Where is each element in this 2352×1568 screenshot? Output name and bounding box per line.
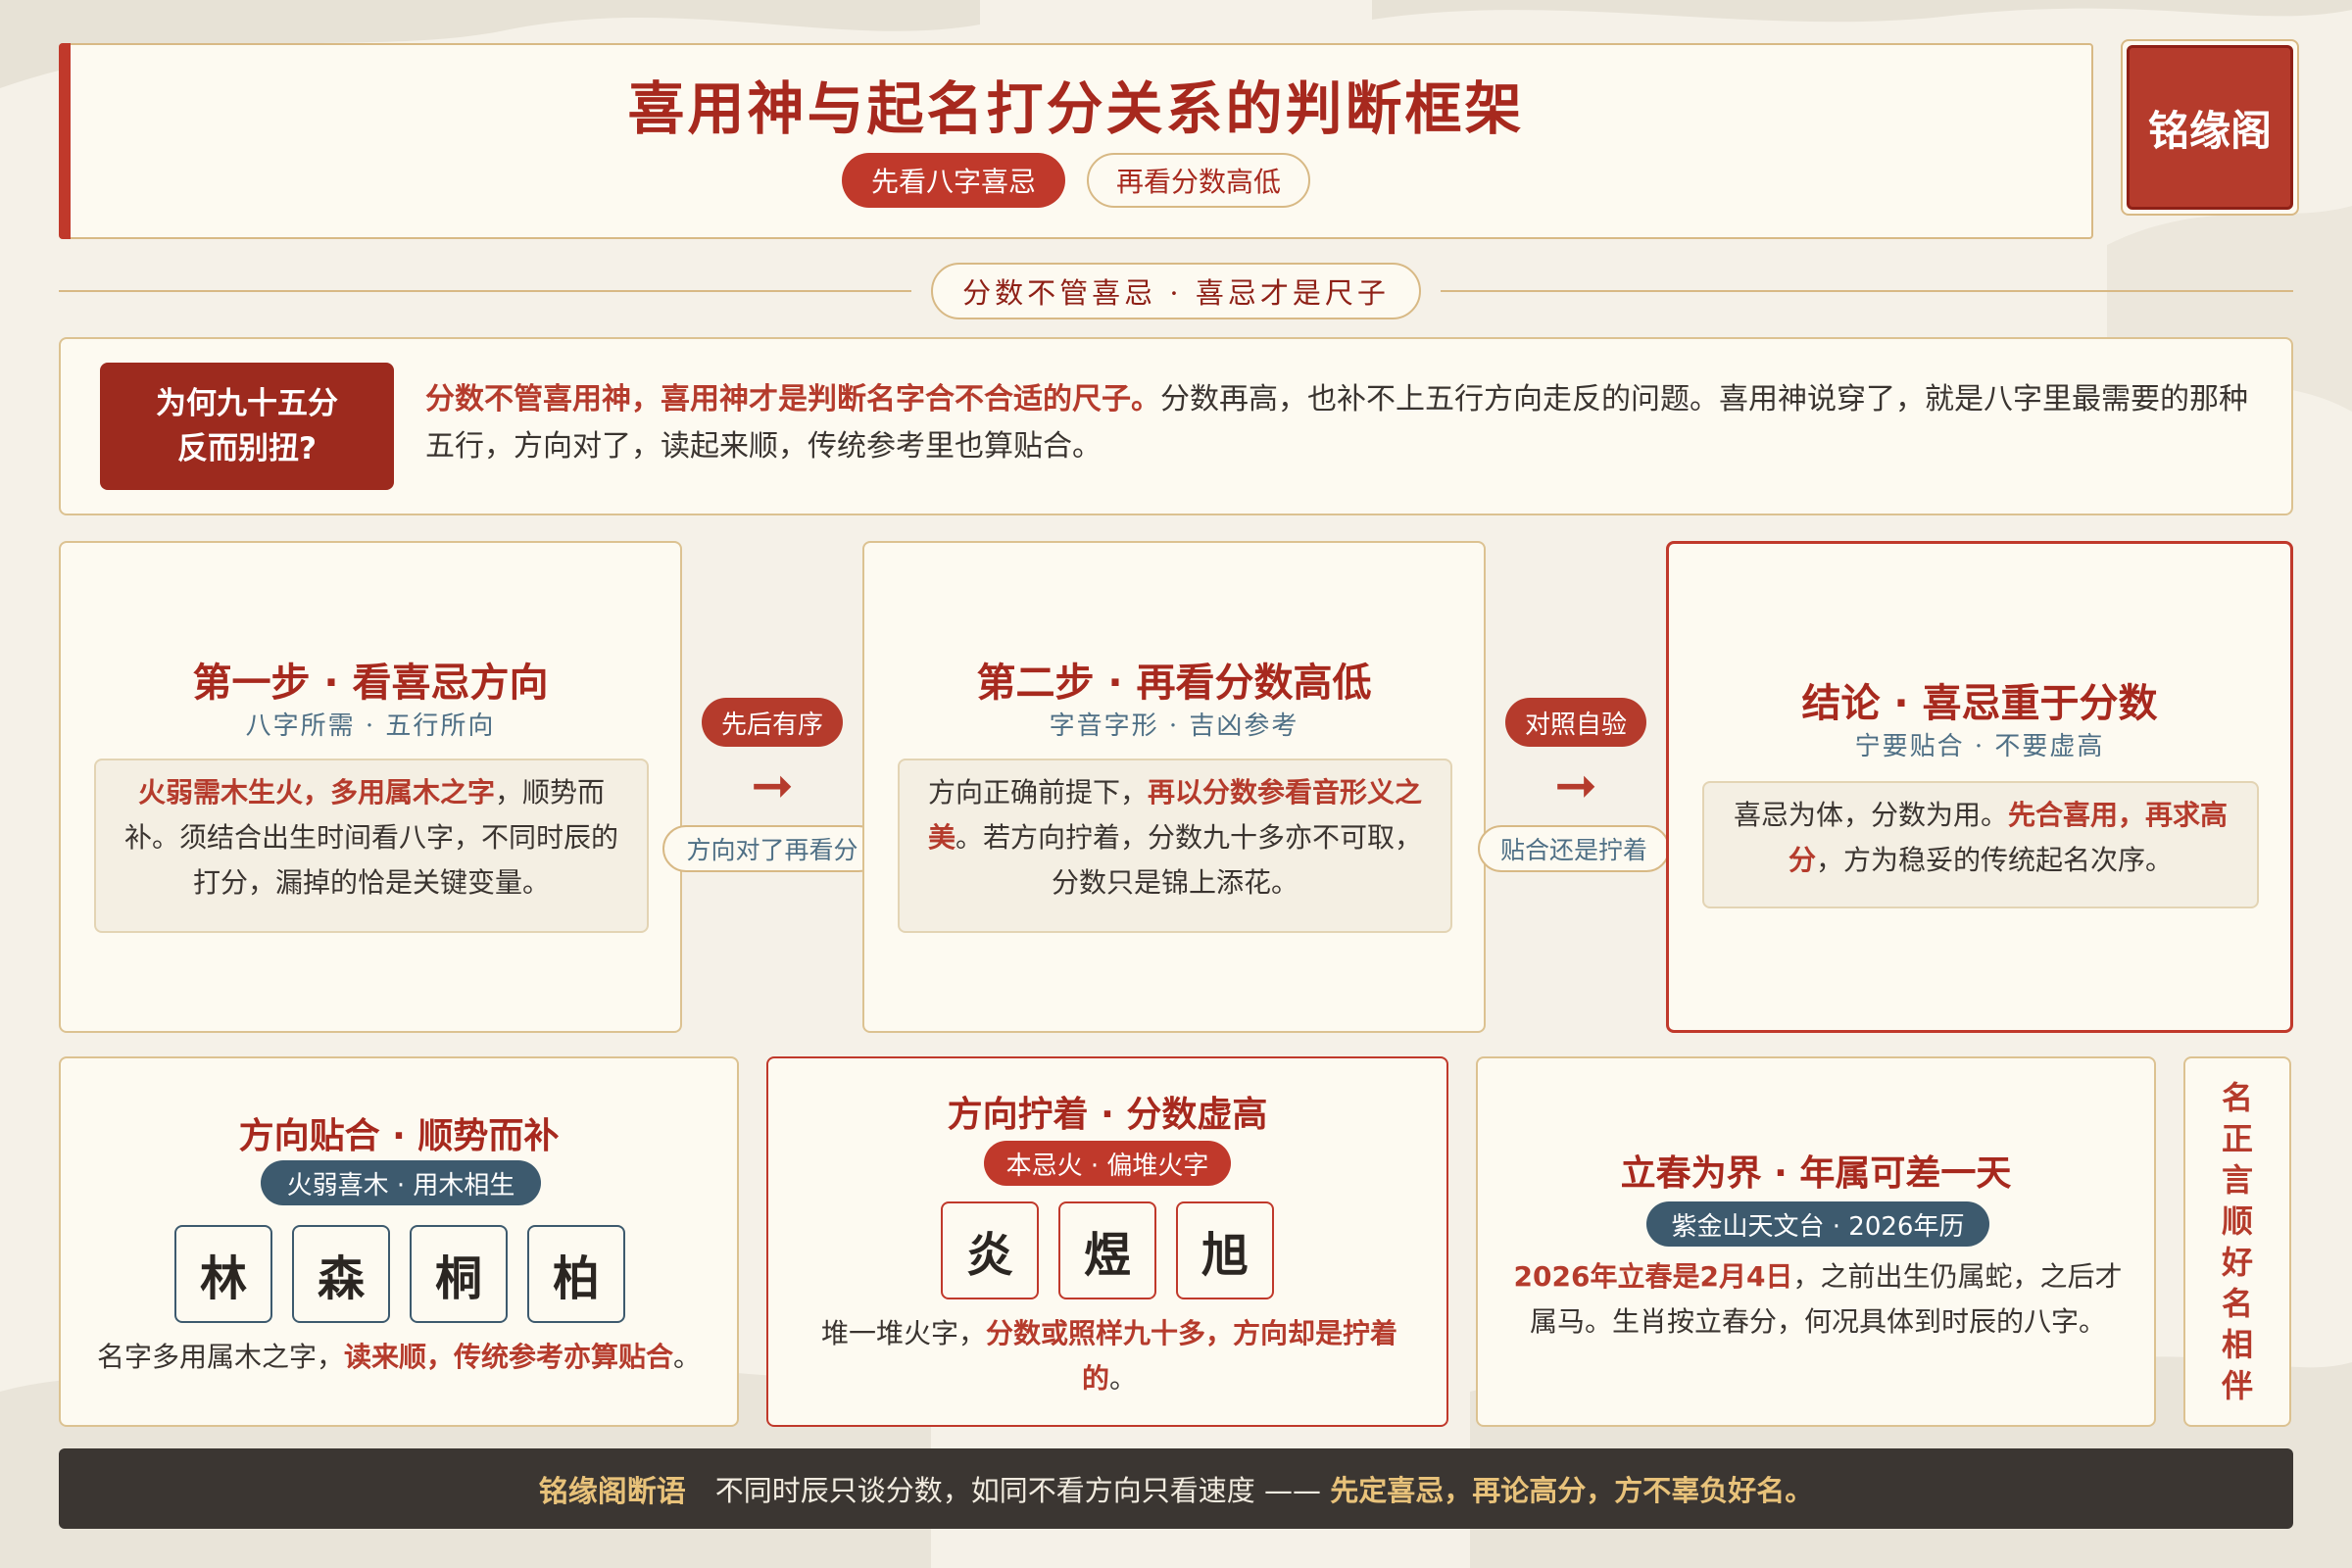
motto-char: 名 xyxy=(2221,1285,2253,1322)
footer-body: 不同时辰只谈分数，如同不看方向只看速度 —— xyxy=(714,1474,1321,1507)
card-highlight: 读来顺，传统参考亦算贴合 xyxy=(343,1341,673,1373)
footer-banner: 铭缘阁断语 不同时辰只谈分数，如同不看方向只看速度 —— 先定喜忌，再论高分，方… xyxy=(59,1448,2293,1529)
page-title: 喜用神与起名打分关系的判断框架 xyxy=(627,75,1525,142)
why-text: 分数不管喜用神，喜用神才是判断名字合不合适的尺子。分数再高，也补不上五行方向走反… xyxy=(425,376,2268,470)
footer-text: 不同时辰只谈分数，如同不看方向只看速度 —— 先定喜忌，再论高分，方不辜负好名。 xyxy=(715,1468,1813,1509)
conclusion-card: 结论 · 喜忌重于分数 宁要贴合 · 不要虚高 喜忌为体，分数为用。先合喜用，再… xyxy=(1666,541,2293,1033)
header-content: 喜用神与起名打分关系的判断框架 先看八字喜忌 再看分数高低 xyxy=(59,43,2093,239)
char-tile: 桐 xyxy=(410,1225,508,1323)
motto-char: 好 xyxy=(2221,1244,2253,1281)
char-tile: 柏 xyxy=(527,1225,625,1323)
header-pills: 先看八字喜忌 再看分数高低 xyxy=(59,153,2093,208)
pill-secondary: 再看分数高低 xyxy=(1087,153,1311,208)
card-tag: 火弱喜木 · 用木相生 xyxy=(261,1160,541,1205)
card-text-after: 。 xyxy=(1109,1362,1138,1395)
step-body: 火弱需木生火，多用属木之字，顺势而补。须结合出生时间看八字，不同时辰的打分，漏掉… xyxy=(94,759,649,933)
motto-char: 言 xyxy=(2221,1161,2253,1199)
card-highlight: 分数或照样九十多，方向却是拧着的 xyxy=(986,1317,1398,1395)
motto-char: 伴 xyxy=(2221,1367,2253,1404)
card-tag: 紫金山天文台 · 2026年历 xyxy=(1646,1201,1989,1247)
step-body: 喜忌为体，分数为用。先合喜用，再求高分，方为稳妥的传统起名次序。 xyxy=(1702,781,2259,908)
footer-label: 铭缘阁断语 xyxy=(538,1475,686,1509)
logo: 铭缘阁 xyxy=(2127,45,2293,210)
card-text-before: 名字多用属木之字， xyxy=(96,1341,344,1373)
why-label-line1: 为何九十五分 xyxy=(156,386,338,421)
step-text-before: 喜忌为体，分数为用。 xyxy=(1733,799,2008,831)
card-title: 方向贴合 · 顺势而补 xyxy=(238,1116,560,1156)
connector-label-1: 先后有序 xyxy=(702,698,843,747)
step-card-2: 第二步 · 再看分数高低 字音字形 · 吉凶参考 方向正确前提下，再以分数参看音… xyxy=(862,541,1486,1033)
char-tile: 林 xyxy=(174,1225,272,1323)
divider-line-right xyxy=(1441,290,2293,292)
step-subtitle: 八字所需 · 五行所向 xyxy=(245,711,496,741)
step-text-after: ，方为稳妥的传统起名次序。 xyxy=(1816,844,2174,876)
card-tag: 本忌火 · 偏堆火字 xyxy=(984,1141,1231,1186)
motto-char: 名 xyxy=(2221,1079,2253,1116)
connector-note-2: 贴合还是拧着 xyxy=(1478,825,1670,872)
step-text-before: 方向正确前提下， xyxy=(927,776,1148,808)
vertical-motto: 名 正 言 顺 好 名 相 伴 xyxy=(2183,1056,2291,1427)
char-tile: 煜 xyxy=(1058,1201,1156,1299)
step-text-after: 。若方向拧着，分数九十多亦不可取，分数只是锦上添花。 xyxy=(956,821,1423,899)
card-highlight: 2026年立春是2月4日 xyxy=(1513,1260,1793,1293)
connector-note-1: 方向对了再看分 xyxy=(662,825,882,872)
step-title: 结论 · 喜忌重于分数 xyxy=(1801,681,2158,726)
why-label: 为何九十五分 反而别扭? xyxy=(100,363,394,490)
arrow-right-icon: ➞ xyxy=(1554,757,1597,815)
example-card-bad: 方向拧着 · 分数虚高 本忌火 · 偏堆火字 炎 煜 旭 堆一堆火字，分数或照样… xyxy=(766,1056,1448,1427)
step-highlight: 火弱需木生火，多用属木之字 xyxy=(137,776,495,808)
divider-line-left xyxy=(59,290,911,292)
pill-primary: 先看八字喜忌 xyxy=(841,153,1065,208)
char-tile: 炎 xyxy=(941,1201,1039,1299)
card-text-before: 堆一堆火字， xyxy=(820,1317,986,1349)
card-title: 立春为界 · 年属可差一天 xyxy=(1620,1153,2012,1194)
card-text-after: 。 xyxy=(673,1341,702,1373)
step-body: 方向正确前提下，再以分数参看音形义之美。若方向拧着，分数九十多亦不可取，分数只是… xyxy=(898,759,1452,933)
char-tile: 旭 xyxy=(1176,1201,1274,1299)
step-subtitle: 宁要贴合 · 不要虚高 xyxy=(1854,732,2105,761)
motto-char: 正 xyxy=(2221,1120,2253,1157)
arrow-right-icon: ➞ xyxy=(751,757,794,815)
divider-label: 分数不管喜忌 · 喜忌才是尺子 xyxy=(931,263,1421,319)
card-title: 方向拧着 · 分数虚高 xyxy=(947,1095,1268,1135)
card-text: 名字多用属木之字，读来顺，传统参考亦算贴合。 xyxy=(80,1335,717,1380)
why-highlight: 分数不管喜用神，喜用神才是判断名字合不合适的尺子。 xyxy=(425,382,1160,416)
connector-label-2: 对照自验 xyxy=(1505,698,1646,747)
step-title: 第一步 · 看喜忌方向 xyxy=(192,661,549,706)
why-label-line2: 反而别扭? xyxy=(177,431,317,466)
example-card-good: 方向贴合 · 顺势而补 火弱喜木 · 用木相生 林 森 桐 柏 名字多用属木之字… xyxy=(59,1056,739,1427)
motto-char: 顺 xyxy=(2221,1202,2253,1240)
char-tile: 森 xyxy=(292,1225,390,1323)
step-card-1: 第一步 · 看喜忌方向 八字所需 · 五行所向 火弱需木生火，多用属木之字，顺势… xyxy=(59,541,682,1033)
example-card-calendar: 立春为界 · 年属可差一天 紫金山天文台 · 2026年历 2026年立春是2月… xyxy=(1476,1056,2156,1427)
card-text: 2026年立春是2月4日，之前出生仍属蛇，之后才属马。生肖按立春分，何况具体到时… xyxy=(1507,1254,2129,1345)
step-subtitle: 字音字形 · 吉凶参考 xyxy=(1049,711,1299,741)
step-title: 第二步 · 再看分数高低 xyxy=(976,661,1372,706)
card-text: 堆一堆火字，分数或照样九十多，方向却是拧着的。 xyxy=(817,1311,1401,1401)
footer-highlight: 先定喜忌，再论高分，方不辜负好名。 xyxy=(1330,1474,1814,1507)
motto-char: 相 xyxy=(2221,1326,2253,1363)
